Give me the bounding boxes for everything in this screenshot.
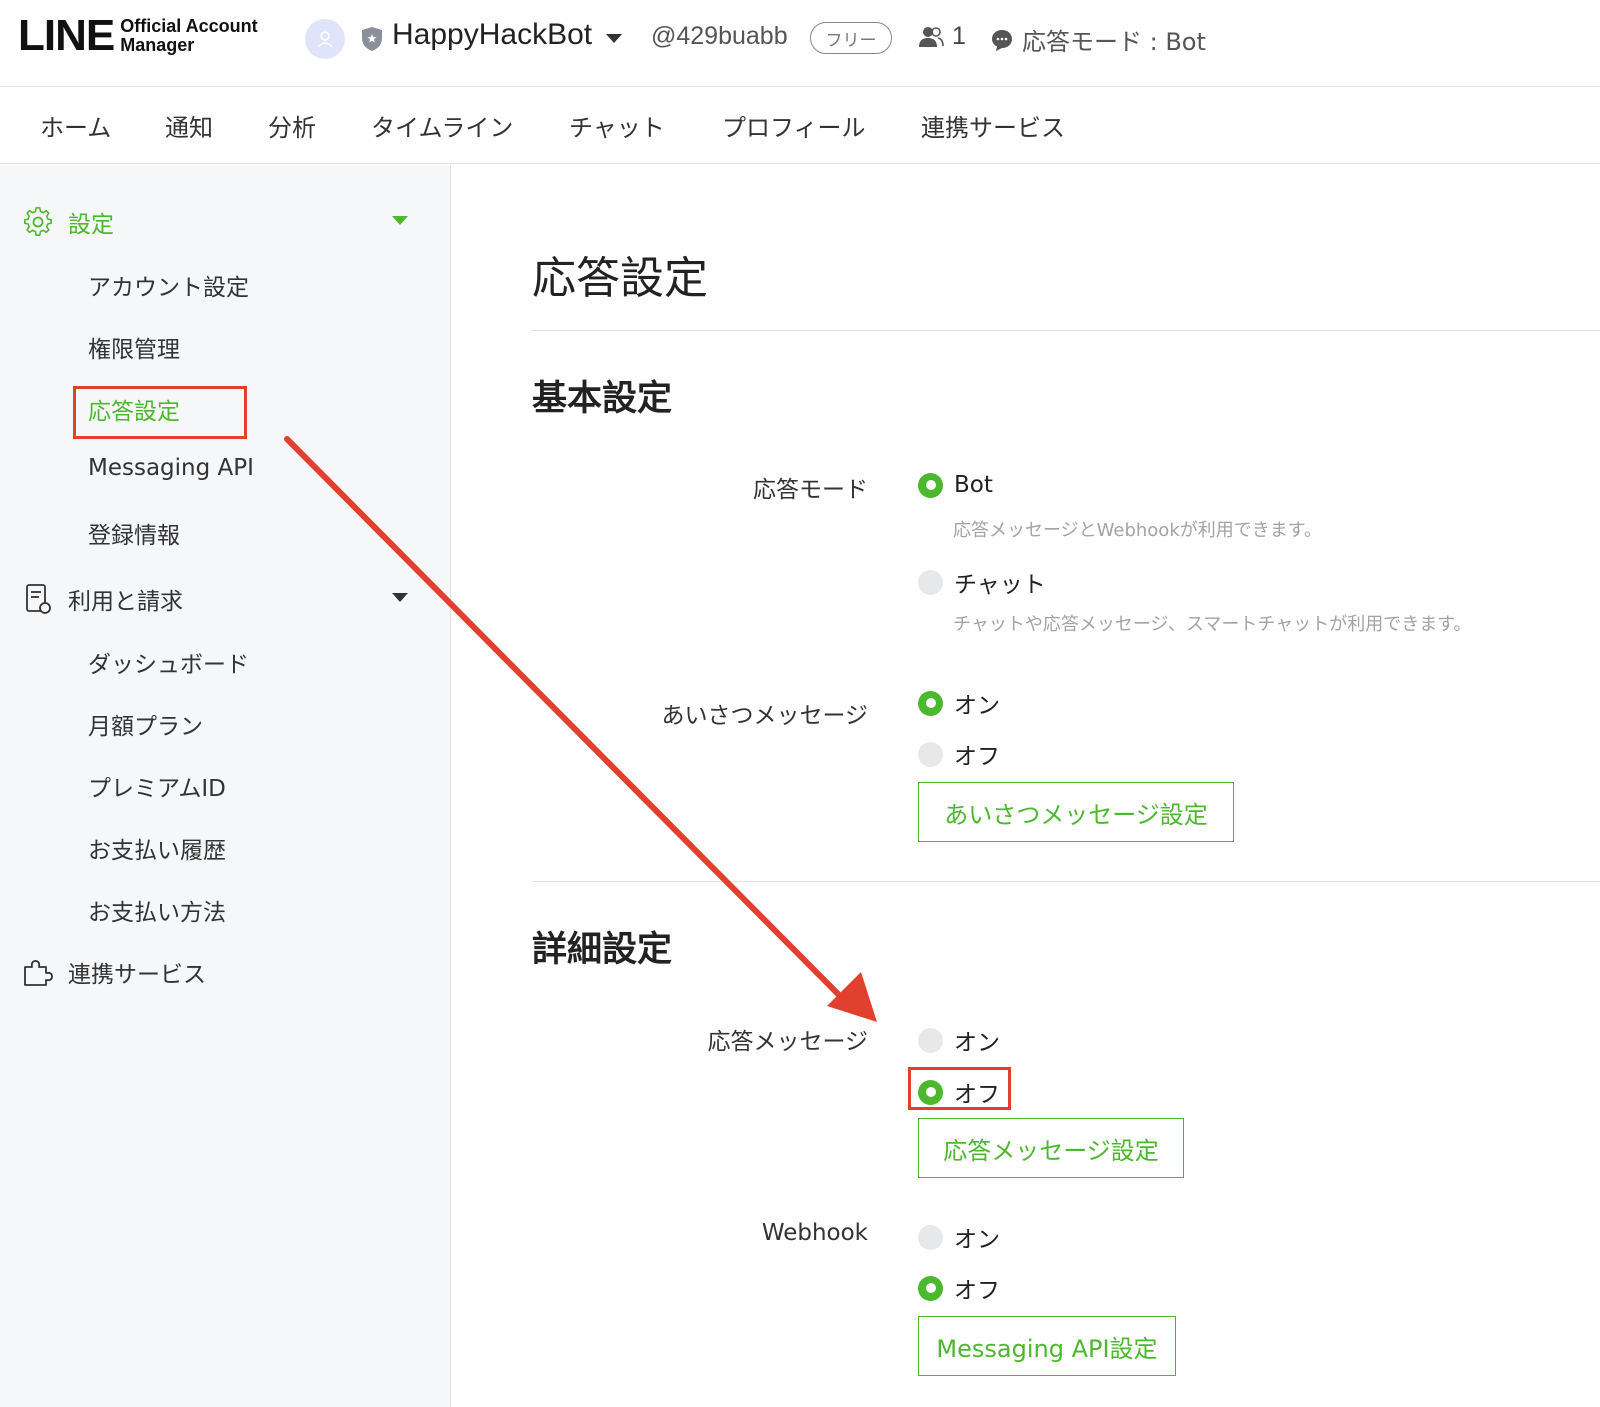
- section-title-basic: 基本設定: [532, 379, 673, 419]
- annotation-highlight-response-settings: [73, 386, 247, 439]
- radio-response-mode-bot[interactable]: Bot: [918, 472, 993, 498]
- radio-label: チャット: [954, 572, 1046, 598]
- sidebar-item-permissions[interactable]: 権限管理: [88, 330, 180, 364]
- radio-unselected-icon: [918, 741, 943, 767]
- radio-greeting-off[interactable]: オフ: [918, 737, 1000, 771]
- account-name[interactable]: HappyHackBot: [392, 18, 592, 52]
- radio-unselected-icon: [918, 1224, 943, 1250]
- radio-label: オフ: [954, 744, 1000, 770]
- nav-profile[interactable]: プロフィール: [722, 108, 866, 143]
- invoice-icon: [22, 583, 54, 615]
- radio-selected-icon: [918, 472, 943, 498]
- sidebar-item-dashboard[interactable]: ダッシュボード: [88, 645, 249, 679]
- field-label-greeting: あいさつメッセージ: [661, 703, 868, 729]
- account-switch-caret-icon[interactable]: [606, 34, 622, 43]
- logo-subtitle: Official Account Manager: [120, 17, 257, 55]
- sidebar-group-billing-label: 利用と請求: [68, 589, 183, 615]
- nav-timeline[interactable]: タイムライン: [371, 108, 513, 143]
- sidebar-item-premium-id[interactable]: プレミアムID: [88, 769, 226, 803]
- sidebar-group-settings[interactable]: 設定: [22, 205, 114, 239]
- radio-auto-reply-on[interactable]: オン: [918, 1023, 1000, 1057]
- users-icon: [919, 26, 944, 47]
- account-id: @429buabb: [651, 22, 788, 50]
- plan-badge: フリー: [810, 22, 892, 54]
- radio-selected-icon: [918, 1275, 943, 1301]
- sidebar-group-settings-label: 設定: [68, 212, 114, 238]
- shield-icon: [362, 27, 382, 51]
- sidebar-item-monthly-plan[interactable]: 月額プラン: [88, 707, 203, 741]
- radio-description-bot: 応答メッセージとWebhookが利用できます。: [953, 520, 1322, 541]
- friend-count-value: 1: [952, 22, 966, 50]
- nav-home[interactable]: ホーム: [40, 108, 111, 143]
- chat-bubble-icon: [992, 29, 1012, 51]
- friend-count: 1: [918, 22, 966, 51]
- nav-chat[interactable]: チャット: [569, 108, 665, 143]
- response-mode-text: 応答モード : Bot: [1022, 28, 1206, 56]
- sidebar-item-payment-history[interactable]: お支払い履歴: [88, 831, 226, 865]
- user-icon: [317, 31, 333, 48]
- sidebar-item-account-settings[interactable]: アカウント設定: [88, 268, 249, 302]
- auto-reply-settings-button[interactable]: 応答メッセージ設定: [918, 1118, 1184, 1178]
- settings-collapse-caret-icon[interactable]: [392, 216, 408, 225]
- radio-selected-icon: [918, 690, 943, 716]
- radio-description-chat: チャットや応答メッセージ、スマートチャットが利用できます。: [953, 614, 1472, 635]
- radio-webhook-off[interactable]: オフ: [918, 1271, 1000, 1305]
- gear-icon: [22, 206, 54, 238]
- radio-label: オン: [954, 693, 1000, 719]
- divider: [532, 881, 1600, 882]
- radio-greeting-on[interactable]: オン: [918, 686, 1000, 720]
- radio-label: オン: [954, 1030, 1000, 1056]
- radio-unselected-icon: [918, 1027, 943, 1053]
- radio-response-mode-chat[interactable]: チャット: [918, 565, 1046, 599]
- account-avatar[interactable]: [305, 19, 345, 59]
- radio-label: オン: [954, 1227, 1000, 1253]
- page-title: 応答設定: [532, 253, 708, 304]
- radio-webhook-on[interactable]: オン: [918, 1220, 1000, 1254]
- radio-label: オフ: [954, 1278, 1000, 1304]
- messaging-api-settings-button[interactable]: Messaging API設定: [918, 1316, 1176, 1376]
- puzzle-icon: [22, 956, 54, 988]
- line-oa-manager-logo[interactable]: LINE Official Account Manager: [18, 14, 258, 58]
- nav-notifications[interactable]: 通知: [165, 108, 213, 143]
- logo-line-text: LINE: [18, 11, 115, 60]
- main-nav: ホーム 通知 分析 タイムライン チャット プロフィール 連携サービス: [0, 88, 1600, 164]
- field-label-response-mode: 応答モード: [753, 477, 868, 503]
- radio-unselected-icon: [918, 569, 943, 595]
- nav-analytics[interactable]: 分析: [268, 108, 316, 143]
- annotation-highlight-auto-reply-off: [908, 1067, 1011, 1110]
- sidebar-item-registration-info[interactable]: 登録情報: [88, 516, 180, 550]
- sidebar-group-integrations[interactable]: 連携サービス: [22, 955, 206, 989]
- sidebar-group-billing[interactable]: 利用と請求: [22, 582, 183, 616]
- logo-subtitle-line1: Official Account: [120, 16, 258, 36]
- sidebar-group-integrations-label: 連携サービス: [68, 962, 206, 988]
- radio-label: Bot: [954, 472, 993, 498]
- billing-collapse-caret-icon[interactable]: [392, 593, 408, 602]
- logo-subtitle-line2: Manager: [120, 35, 195, 55]
- nav-integrations[interactable]: 連携サービス: [921, 108, 1065, 143]
- greeting-settings-button[interactable]: あいさつメッセージ設定: [918, 782, 1234, 842]
- divider: [532, 330, 1600, 331]
- section-title-advanced: 詳細設定: [532, 930, 673, 970]
- top-header: LINE Official Account Manager HappyHackB…: [0, 0, 1600, 87]
- sidebar-item-payment-method[interactable]: お支払い方法: [88, 893, 226, 927]
- sidebar-item-messaging-api[interactable]: Messaging API: [88, 455, 254, 481]
- field-label-auto-reply: 応答メッセージ: [707, 1029, 868, 1055]
- response-mode-indicator[interactable]: 応答モード : Bot: [990, 22, 1206, 57]
- field-label-webhook: Webhook: [761, 1220, 868, 1246]
